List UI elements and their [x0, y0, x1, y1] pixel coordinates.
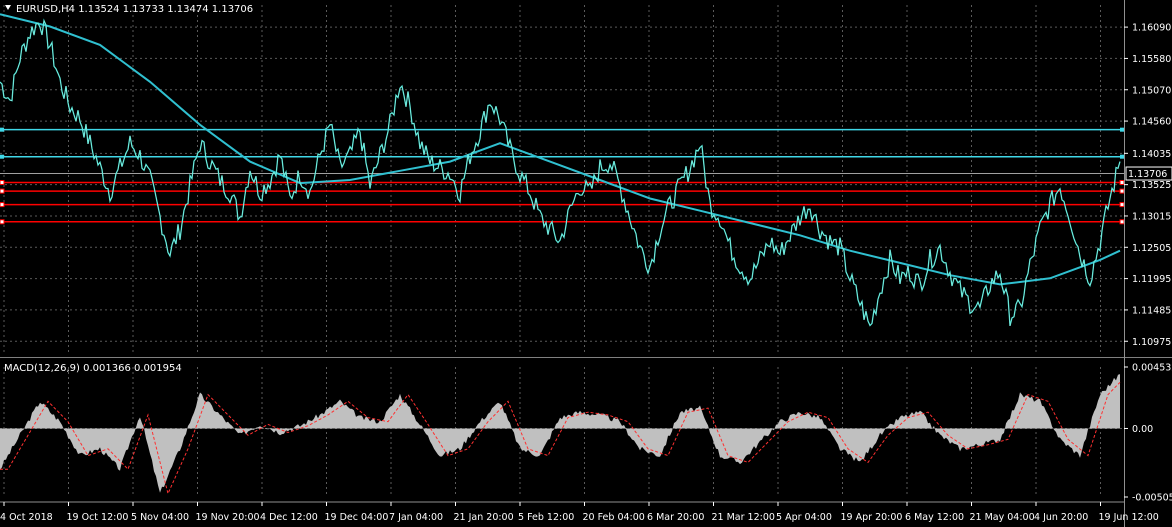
level-handle — [0, 154, 4, 159]
macd-tick-label: 0.004532 — [1132, 363, 1172, 374]
time-tick-label: 21 Mar 12:00 — [712, 512, 775, 523]
time-tick-label: 19 Nov 20:00 — [196, 512, 260, 523]
price-tick-label: 1.13015 — [1132, 211, 1171, 222]
level-handle — [1119, 202, 1125, 208]
time-tick-label: 19 Apr 20:00 — [841, 512, 903, 523]
symbol-header: EURUSD,H4 1.13524 1.13733 1.13474 1.1370… — [16, 4, 253, 15]
price-tick-label: 1.12505 — [1132, 243, 1171, 254]
level-handle — [1119, 219, 1125, 225]
level-handle — [0, 127, 4, 132]
level-handle — [1120, 127, 1124, 132]
level-handle — [0, 202, 5, 208]
price-tick-label: 1.11485 — [1132, 305, 1171, 316]
level-handle — [0, 179, 5, 185]
time-tick-label: 6 Mar 20:00 — [647, 512, 704, 523]
time-tick-label: 21 Jan 20:00 — [454, 512, 514, 523]
time-tick-label: 4 Oct 2018 — [0, 512, 53, 523]
time-tick-label: 20 Feb 04:00 — [583, 512, 645, 523]
price-tick-label: 1.15580 — [1132, 54, 1171, 65]
time-tick-label: 4 Jun 20:00 — [1034, 512, 1088, 523]
time-tick-label: 5 Apr 04:00 — [776, 512, 832, 523]
time-tick-label: 5 Nov 04:00 — [131, 512, 189, 523]
trading-chart[interactable]: 1.16090 1.15580 1.15070 1.14560 1.14035 1.135… — [0, 0, 1172, 527]
macd-header: MACD(12,26,9) 0.001366 0.001954 — [4, 363, 182, 374]
time-tick-label: 19 Dec 04:00 — [325, 512, 389, 523]
level-handle — [1119, 188, 1125, 194]
price-tick-label: 1.10975 — [1132, 337, 1171, 348]
price-tick-label: 1.16090 — [1132, 23, 1171, 34]
time-tick-label: 6 May 12:00 — [905, 512, 964, 523]
level-handle — [0, 219, 5, 225]
price-tick-label: 1.11995 — [1132, 274, 1171, 285]
time-tick-label: 21 May 04:00 — [970, 512, 1035, 523]
level-handle — [1120, 154, 1124, 159]
macd-tick-label: -0.005051 — [1132, 493, 1172, 504]
macd-tick-label: 0.00 — [1132, 424, 1153, 435]
time-tick-label: 19 Jun 12:00 — [1099, 512, 1159, 523]
price-chart-panel[interactable]: 1.16090 1.15580 1.15070 1.14560 1.14035 1.135… — [0, 0, 1172, 357]
level-handle — [1119, 179, 1125, 185]
price-tick-label: 1.14035 — [1132, 149, 1171, 160]
current-price-label: 1.13706 — [1128, 169, 1167, 180]
price-tick-label: 1.14560 — [1132, 117, 1171, 128]
time-tick-label: 19 Oct 12:00 — [67, 512, 129, 523]
level-handle — [0, 188, 5, 194]
macd-panel[interactable]: 0.004532 0.00 -0.005051 4 Oct 2018 19 Oct 1… — [0, 357, 1172, 527]
time-tick-label: 4 Dec 12:00 — [260, 512, 318, 523]
time-tick-label: 7 Jan 04:00 — [389, 512, 443, 523]
time-tick-label: 5 Feb 12:00 — [518, 512, 574, 523]
price-tick-label: 1.13525 — [1132, 180, 1171, 191]
price-tick-label: 1.15070 — [1132, 85, 1171, 96]
